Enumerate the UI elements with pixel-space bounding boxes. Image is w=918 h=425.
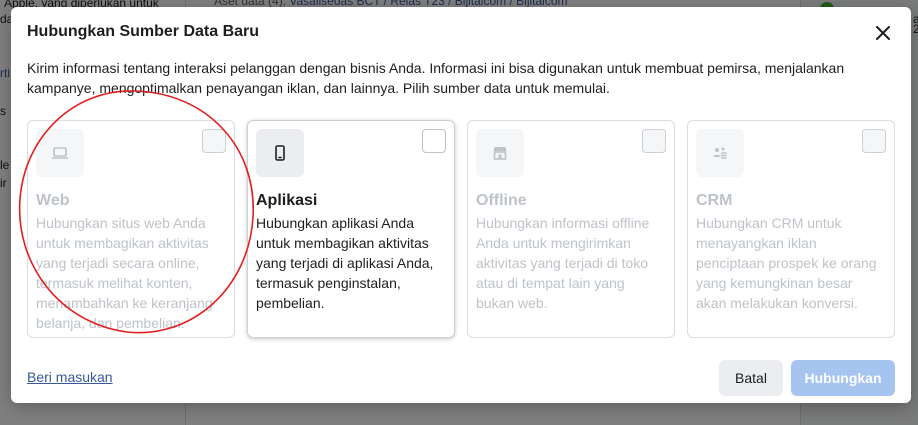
card-description: Hubungkan situs web Anda untuk membagika… — [36, 215, 213, 331]
store-icon — [493, 147, 507, 160]
card-title: Web — [36, 192, 70, 209]
source-checkbox-app[interactable] — [422, 129, 446, 153]
card-icon-container — [696, 129, 744, 177]
close-icon — [876, 26, 890, 40]
source-card-offline[interactable]: Offline Hubungkan informasi offline Anda… — [467, 120, 675, 338]
source-card-app[interactable]: Aplikasi Hubungkan aplikasi Anda untuk m… — [247, 120, 455, 338]
card-description: Hubungkan informasi offline Anda untuk m… — [476, 215, 650, 311]
source-checkbox-web[interactable] — [202, 129, 226, 153]
card-title: Offline — [476, 192, 527, 209]
card-description: Hubungkan aplikasi Anda untuk membagikan… — [256, 215, 434, 311]
feedback-link[interactable]: Beri masukan — [27, 369, 113, 385]
dialog-description: Kirim informasi tentang interaksi pelang… — [27, 60, 845, 96]
laptop-icon — [51, 147, 69, 159]
source-checkbox-crm[interactable] — [862, 129, 886, 153]
card-title: CRM — [696, 192, 733, 209]
card-icon-container — [256, 129, 304, 177]
source-card-crm[interactable]: CRM Hubungkan CRM untuk menayangkan ikla… — [687, 120, 895, 338]
card-description: Hubungkan CRM untuk menayangkan iklan pe… — [696, 215, 877, 311]
connect-data-source-dialog: Hubungkan Sumber Data Baru Kirim informa… — [11, 7, 911, 403]
mobile-phone-icon — [275, 145, 285, 161]
dialog-title: Hubungkan Sumber Data Baru — [27, 23, 260, 40]
crm-people-icon — [713, 147, 727, 159]
card-icon-container — [476, 129, 524, 177]
cancel-button[interactable]: Batal — [719, 360, 783, 396]
source-checkbox-offline[interactable] — [642, 129, 666, 153]
card-title: Aplikasi — [256, 192, 318, 209]
data-source-options: Web Hubungkan situs web Anda untuk memba… — [27, 120, 895, 338]
close-button[interactable] — [871, 21, 895, 45]
connect-button[interactable]: Hubungkan — [791, 360, 895, 396]
source-card-web[interactable]: Web Hubungkan situs web Anda untuk memba… — [27, 120, 235, 338]
card-icon-container — [36, 129, 84, 177]
